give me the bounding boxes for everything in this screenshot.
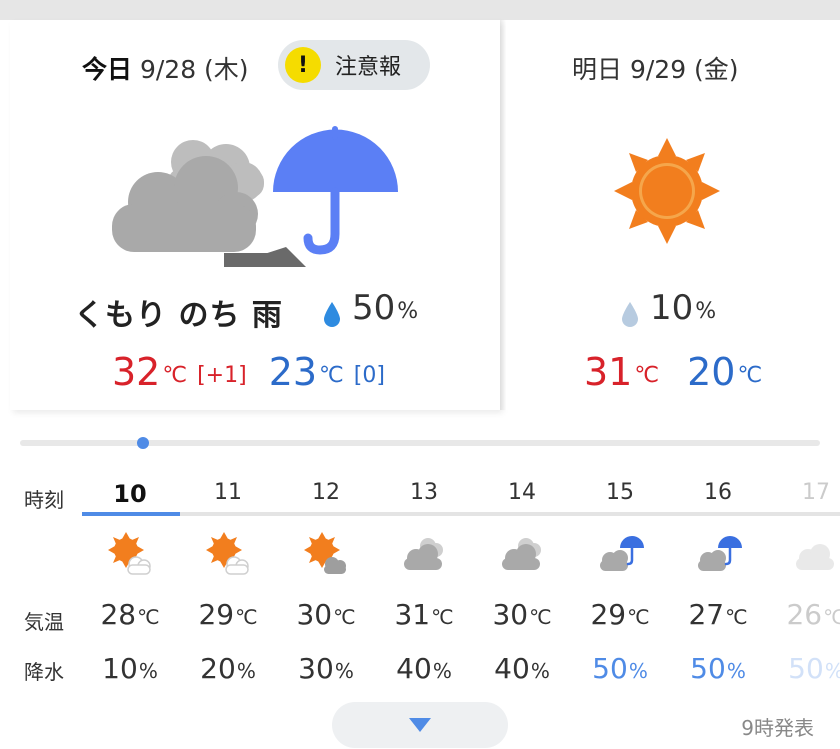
today-date: 今日 9/28 (木) <box>82 50 249 86</box>
today-low: 23 <box>268 350 318 394</box>
tomorrow-high-unit: ℃ <box>634 363 660 388</box>
row-label-precip: 降水 <box>24 660 64 684</box>
cloud-icon <box>502 538 541 570</box>
hour-precip: 40% <box>396 652 452 685</box>
tomorrow-precip-unit: % <box>695 299 717 324</box>
hour-precip: 50% <box>788 652 840 685</box>
tomorrow-date: 明日 9/29 (金) <box>572 50 739 86</box>
today-date-text: 9/28 (木) <box>139 55 249 84</box>
cloud-icon <box>404 538 443 570</box>
raindrop-icon <box>622 302 638 327</box>
tomorrow-low: 20 <box>687 350 736 394</box>
hour-underline <box>82 512 840 516</box>
sun-cloud-icon <box>304 532 346 574</box>
today-temps: 32 ℃ [+1] 23 ℃ [0] <box>112 350 385 394</box>
hour-temp: 28℃ <box>100 598 160 631</box>
sun-cloud-icon <box>108 532 151 575</box>
hour-label[interactable]: 17 <box>768 480 840 505</box>
hour-precip: 30% <box>298 652 354 685</box>
cloud-umbrella-icon <box>698 536 742 571</box>
tomorrow-temps: 31 ℃ 20 ℃ <box>584 350 762 394</box>
top-shade <box>0 0 840 20</box>
today-high-unit: ℃ <box>162 363 188 388</box>
hour-precip: 50% <box>592 652 648 685</box>
hour-precip: 10% <box>102 652 158 685</box>
chevron-down-icon <box>409 718 431 732</box>
hour-label[interactable]: 14 <box>474 480 570 505</box>
tomorrow-precip-value: 10 <box>650 288 694 328</box>
hour-temp: 30℃ <box>296 598 356 631</box>
expand-button[interactable] <box>332 702 508 748</box>
today-low-unit: ℃ <box>319 363 344 388</box>
raindrop-icon <box>324 302 340 327</box>
hour-temp: 29℃ <box>590 598 650 631</box>
today-precip-value: 50 <box>352 288 396 328</box>
today-precip-unit: % <box>397 299 419 324</box>
hour-underline-active <box>82 512 180 516</box>
today-low-diff: [0] <box>353 363 385 388</box>
row-label-time: 時刻 <box>24 488 64 512</box>
today-high: 32 <box>112 350 161 394</box>
hour-precip: 20% <box>200 652 256 685</box>
tomorrow-precip: 10 % <box>620 288 716 328</box>
today-condition: くもり のち 雨 <box>74 298 283 333</box>
cloudy-then-rain-icon <box>112 126 398 267</box>
tomorrow-high: 31 <box>584 350 633 394</box>
tomorrow-label: 明日 <box>572 55 623 84</box>
tomorrow-low-unit: ℃ <box>737 363 763 388</box>
scroll-knob[interactable] <box>137 437 149 449</box>
hour-temp: 26℃ <box>786 598 840 631</box>
hour-label[interactable]: 16 <box>670 480 766 505</box>
exclamation-icon: ! <box>285 47 321 83</box>
today-label: 今日 <box>82 55 133 84</box>
weather-widget: 今日 9/28 (木) ! 注意報 くもり のち 雨 50 % 32 ℃ [+1… <box>0 0 840 749</box>
hour-precip: 50% <box>690 652 746 685</box>
cloud-umbrella-icon <box>600 536 644 571</box>
today-high-diff: [+1] <box>197 363 247 388</box>
hour-label[interactable]: 12 <box>278 480 374 505</box>
issued-time: 9時発表 <box>741 716 814 740</box>
sunny-icon <box>614 138 720 244</box>
hour-label[interactable]: 15 <box>572 480 668 505</box>
hour-temp: 27℃ <box>688 598 748 631</box>
row-label-temp: 気温 <box>24 610 64 634</box>
tomorrow-date-text: 9/29 (金) <box>629 55 739 84</box>
hour-temp: 29℃ <box>198 598 258 631</box>
hour-temp: 30℃ <box>492 598 552 631</box>
hour-precip: 40% <box>494 652 550 685</box>
today-precip: 50 % <box>322 288 418 328</box>
hour-label[interactable]: 11 <box>180 480 276 505</box>
hour-label[interactable]: 13 <box>376 480 472 505</box>
cloud-icon <box>796 544 834 570</box>
alert-text: 注意報 <box>335 55 402 80</box>
hour-temp: 31℃ <box>394 598 454 631</box>
sun-cloud-icon <box>206 532 249 575</box>
alert-badge[interactable]: ! 注意報 <box>278 40 430 90</box>
hour-label[interactable]: 10 <box>82 480 178 508</box>
